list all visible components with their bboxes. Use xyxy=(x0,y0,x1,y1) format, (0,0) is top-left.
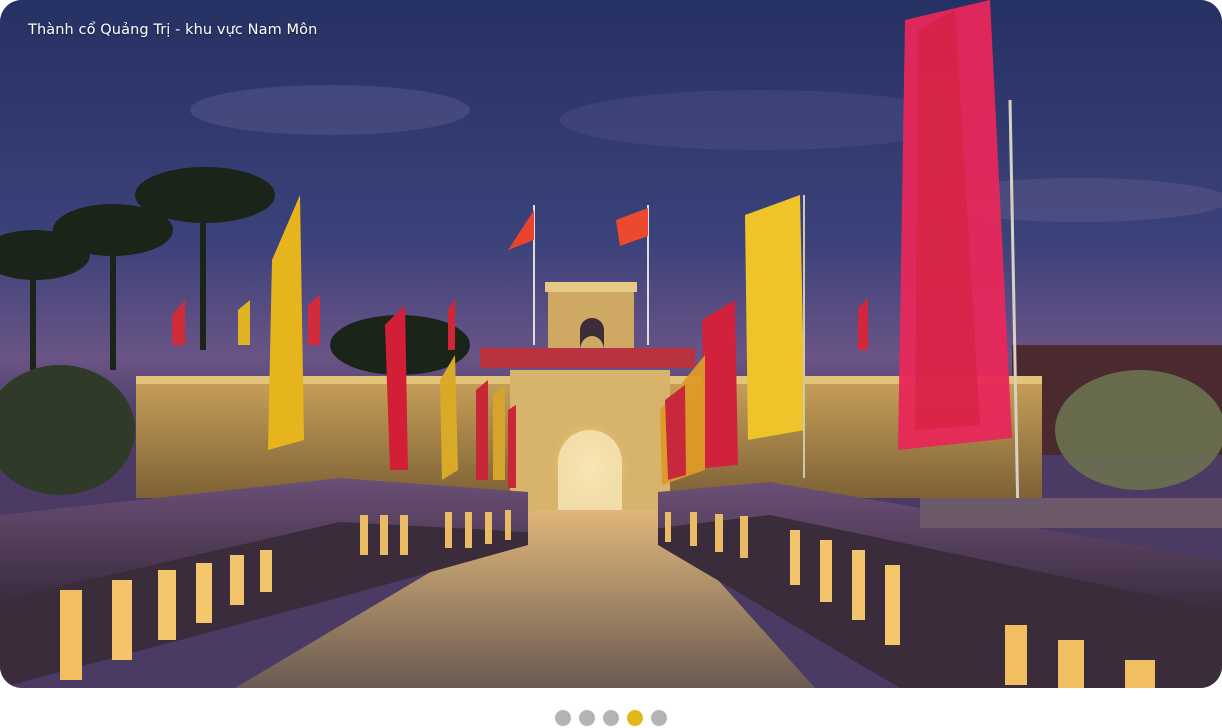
image-slider: Thành cổ Quảng Trị - khu vực Nam Môn xyxy=(0,0,1222,728)
slide-caption: Thành cổ Quảng Trị - khu vực Nam Môn xyxy=(28,22,318,38)
pagination-dot-4[interactable] xyxy=(627,710,643,726)
pagination-dot-5[interactable] xyxy=(651,710,667,726)
pagination-dot-3[interactable] xyxy=(603,710,619,726)
slide-image: Thành cổ Quảng Trị - khu vực Nam Môn xyxy=(0,0,1222,688)
slider-pagination xyxy=(0,710,1222,728)
pagination-dot-1[interactable] xyxy=(555,710,571,726)
pagination-dot-2[interactable] xyxy=(579,710,595,726)
citadel-photo xyxy=(0,0,1222,688)
